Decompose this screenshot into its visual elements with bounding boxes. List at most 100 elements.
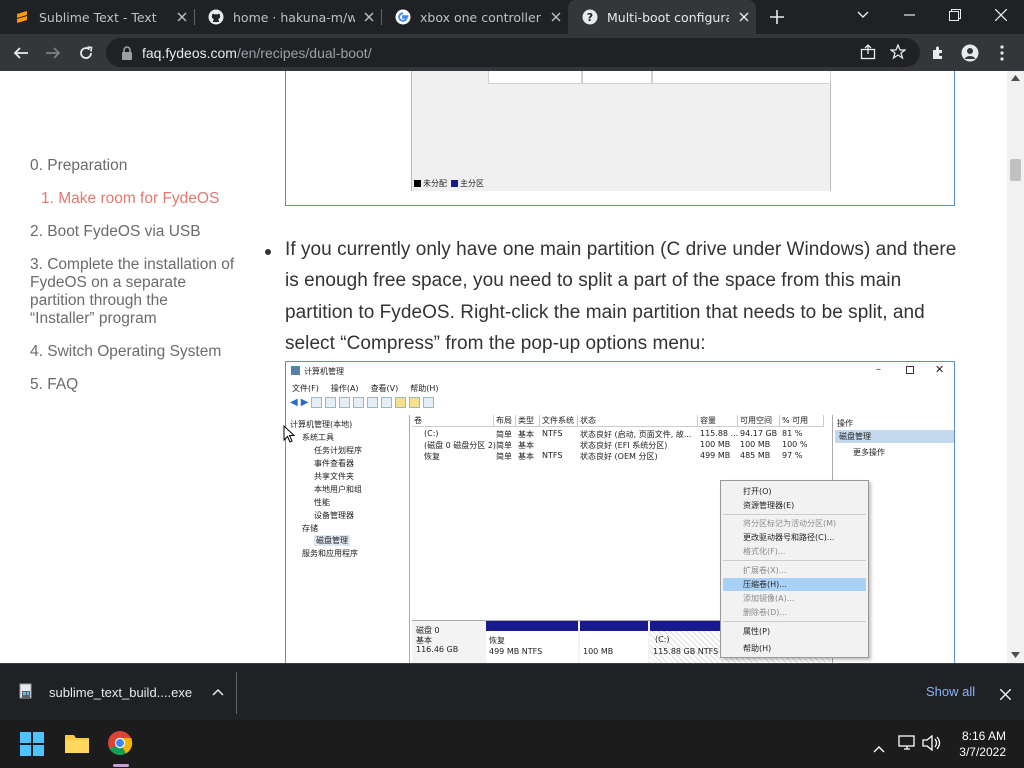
tab-title: Multi-boot configuration <box>607 9 729 25</box>
legend-primary-swatch <box>451 180 458 187</box>
system-clock[interactable]: 8:16 AM 3/7/2022 <box>959 728 1006 760</box>
forward-button[interactable] <box>40 40 66 66</box>
toc-item-faq[interactable]: 5. FAQ <box>30 376 78 394</box>
scroll-down-arrow-icon[interactable] <box>1011 652 1020 658</box>
close-tab-icon[interactable] <box>174 9 190 25</box>
windows-taskbar: 8:16 AM 3/7/2022 <box>0 720 1024 768</box>
bookmark-star-icon[interactable] <box>889 43 907 64</box>
url-host: faq.fydeos.com <box>142 44 237 61</box>
windows-start-icon[interactable] <box>20 732 44 760</box>
ctx-item-help: 帮助(H) <box>743 644 772 653</box>
dm-tool-icon <box>367 397 379 408</box>
list-bullet <box>265 249 271 255</box>
cell: (磁盘 0 磁盘分区 2) <box>424 441 497 450</box>
dm-titlebar: 计算机管理 – ✕ <box>286 362 954 380</box>
sublime-icon <box>14 9 30 25</box>
dm-tool-icon <box>339 397 351 408</box>
ctx-item-add-mirror: 添加镜像(A)... <box>743 594 795 603</box>
cell: 100 MB <box>700 440 731 449</box>
close-window-button[interactable] <box>978 0 1024 30</box>
address-bar[interactable]: faq.fydeos.com/en/recipes/dual-boot/ <box>106 38 920 67</box>
toc-item-make-room[interactable]: 1. Make room for FydeOS <box>41 190 219 208</box>
scrollbar-thumb[interactable] <box>1010 159 1021 181</box>
extensions-icon[interactable] <box>925 40 951 66</box>
toc-item-boot-usb[interactable]: 2. Boot FydeOS via USB <box>30 223 201 241</box>
ctx-item-explorer: 资源管理器(E) <box>743 501 795 510</box>
back-button[interactable] <box>8 40 34 66</box>
fydeos-icon: ? <box>582 9 598 25</box>
tree-item-selected: 磁盘管理 <box>314 535 350 546</box>
partition-size: 499 MB NTFS <box>489 647 543 656</box>
tree-item: 服务和应用程序 <box>302 549 358 558</box>
close-tab-icon[interactable] <box>361 9 377 25</box>
ctx-separator <box>723 621 866 622</box>
tab-github[interactable]: home · hakuna-m/wubi <box>194 0 382 34</box>
lock-icon[interactable] <box>120 45 134 60</box>
dm-context-menu: 打开(O) 资源管理器(E) 将分区标记为活动分区(M) 更改驱动器号和路径(C… <box>720 480 869 658</box>
close-tab-icon[interactable] <box>736 9 752 25</box>
minimize-button[interactable] <box>886 0 932 30</box>
dm-toolbar: ◀ ▶ <box>290 397 435 411</box>
active-app-indicator <box>113 764 129 767</box>
share-icon[interactable] <box>860 44 876 64</box>
ctx-item-mark-active: 将分区标记为活动分区(M) <box>743 519 837 528</box>
tree-item: 系统工具 <box>302 433 334 442</box>
volume-icon[interactable] <box>922 734 942 755</box>
column-header: 状态 <box>578 415 698 427</box>
table-row: 恢复 简单 基本 NTFS 状态良好 (OEM 分区) 499 MB 485 M… <box>412 451 830 462</box>
dm-menu-help: 帮助(H) <box>410 384 439 393</box>
chevron-up-icon[interactable] <box>212 688 224 696</box>
partition-screenshot-top: 未分配 主分区 <box>285 71 955 206</box>
dm-maximize-icon <box>906 366 914 374</box>
new-tab-button[interactable] <box>767 7 787 27</box>
partition-cell <box>488 71 582 84</box>
partition-name: 恢复 <box>489 636 505 645</box>
reload-button[interactable] <box>73 40 99 66</box>
profile-icon[interactable] <box>957 40 983 66</box>
column-header: 可用空间 <box>738 415 780 427</box>
network-icon[interactable] <box>898 735 916 755</box>
disk-graph-area <box>411 71 831 191</box>
ctx-item-format: 格式化(F)... <box>743 547 786 556</box>
dm-menu-action: 操作(A) <box>330 384 359 393</box>
tab-sublime[interactable]: Sublime Text - Text Editor <box>0 0 195 34</box>
tab-search-button[interactable] <box>840 0 886 30</box>
table-row: (C:) 简单 基本 NTFS 状态良好 (启动, 页面文件, 故... 115… <box>412 429 830 440</box>
tree-item: 事件查看器 <box>314 459 354 468</box>
clock-date: 3/7/2022 <box>959 745 1006 759</box>
cell: 状态良好 (OEM 分区) <box>580 452 658 461</box>
cell: NTFS <box>542 451 563 460</box>
mouse-cursor-icon <box>283 424 296 447</box>
cell: 状态良好 (启动, 页面文件, 故... <box>580 430 692 439</box>
github-icon <box>208 9 224 25</box>
download-item[interactable]: sublime_text_build....exe <box>18 683 224 701</box>
scroll-up-arrow-icon[interactable] <box>1011 75 1020 81</box>
page-scrollbar[interactable] <box>1007 71 1024 663</box>
cell: 简单 <box>496 430 512 439</box>
clock-time: 8:16 AM <box>961 729 1006 743</box>
tree-item: 存储 <box>302 524 318 533</box>
close-tab-icon[interactable] <box>548 9 564 25</box>
file-explorer-icon[interactable] <box>64 732 90 758</box>
chrome-icon[interactable] <box>107 730 133 760</box>
disk-management-screenshot: 计算机管理 – ✕ 文件(F) 操作(A) 查看(V) 帮助(H) ◀ ▶ 计算… <box>285 361 955 663</box>
show-all-downloads-link[interactable]: Show all <box>926 684 975 699</box>
toc-item-switch-os[interactable]: 4. Switch Operating System <box>30 343 221 361</box>
cell: 状态良好 (EFI 系统分区) <box>580 441 668 450</box>
tab-multiboot[interactable]: ? Multi-boot configuration <box>568 0 756 34</box>
cell: 485 MB <box>740 451 771 460</box>
toc-item-complete-installation[interactable]: 3. Complete the installation of FydeOS o… <box>30 256 235 328</box>
restore-button[interactable] <box>932 0 978 30</box>
tray-chevron-up-icon[interactable] <box>873 738 885 757</box>
toc-item-preparation[interactable]: 0. Preparation <box>30 157 127 175</box>
menu-kebab-icon[interactable] <box>989 40 1015 66</box>
partition-block: 100 MB <box>580 621 648 663</box>
close-download-bar-icon[interactable] <box>999 685 1012 704</box>
cell: 基本 <box>518 430 534 439</box>
browser-toolbar: faq.fydeos.com/en/recipes/dual-boot/ <box>0 34 1024 71</box>
cell: 基本 <box>518 452 534 461</box>
ctx-item-extend: 扩展卷(X)... <box>743 566 787 575</box>
dm-window-title: 计算机管理 <box>304 367 344 376</box>
column-header: 文件系统 <box>540 415 578 427</box>
tab-google[interactable]: xbox one controller chrome <box>381 0 568 34</box>
